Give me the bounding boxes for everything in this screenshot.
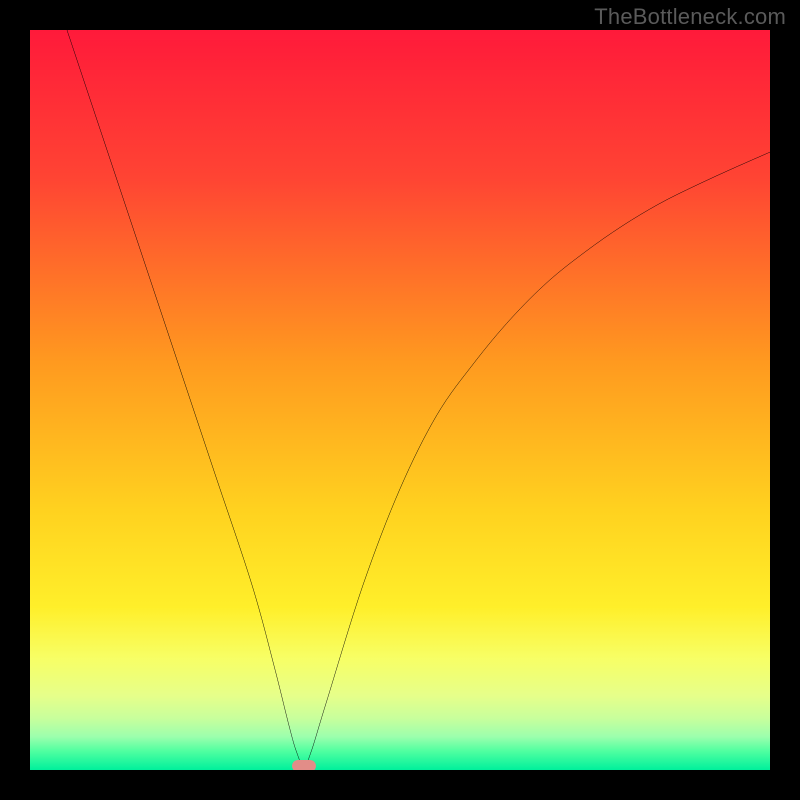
plot-area: [30, 30, 770, 770]
chart-wrapper: TheBottleneck.com: [0, 0, 800, 800]
bottleneck-curve: [30, 30, 770, 770]
optimal-point-marker: [292, 760, 316, 770]
watermark-text: TheBottleneck.com: [594, 4, 786, 30]
